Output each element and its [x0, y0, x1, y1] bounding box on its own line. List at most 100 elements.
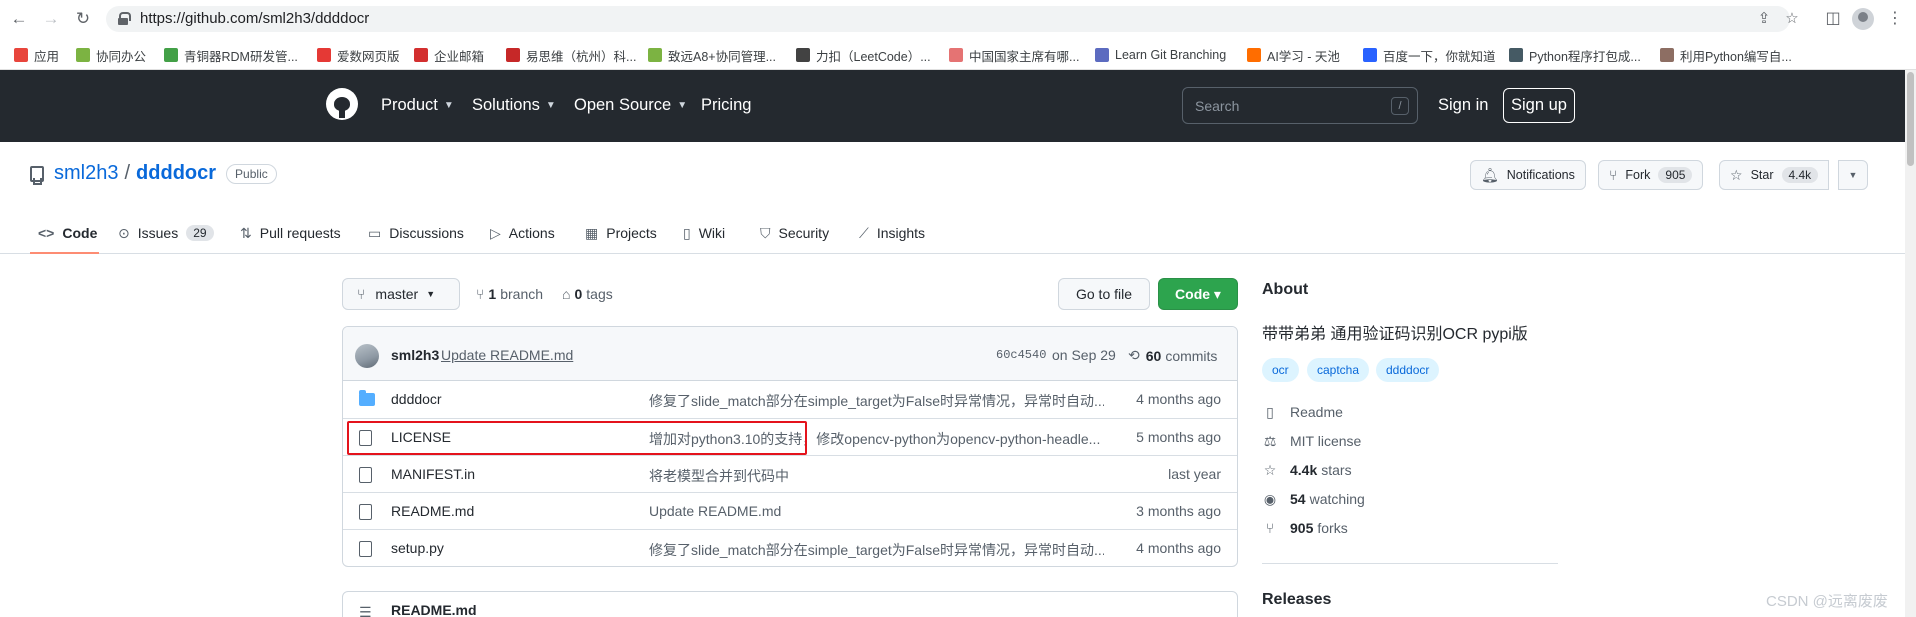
address-bar[interactable]: https://github.com/sml2h3/ddddocr ⇪ ☆: [106, 6, 1799, 32]
forward-icon[interactable]: →: [40, 8, 62, 30]
bookmark-label: 力扣（LeetCode）...: [816, 49, 931, 64]
side-panel-icon[interactable]: ◫: [1822, 8, 1844, 30]
latest-commit-bar: sml2h3 Update README.md 60c4540 on Sep 2…: [343, 327, 1237, 381]
branch-icon: ⑂: [357, 286, 366, 302]
file-name-link[interactable]: README.md: [391, 503, 474, 519]
bookmark-item[interactable]: 力扣（LeetCode）...: [796, 46, 931, 64]
tab-pull-requests[interactable]: ⇅ Pull requests: [240, 220, 341, 246]
avatar[interactable]: [355, 344, 379, 368]
bookmark-favicon-icon: [14, 48, 28, 62]
scrollbar-thumb[interactable]: [1907, 72, 1914, 166]
watchers-link[interactable]: ◉ 54 watching: [1262, 489, 1365, 509]
file-commit-message[interactable]: 将老模型合并到代码中: [649, 466, 789, 486]
pull-request-icon: ⇅: [240, 224, 252, 241]
file-icon: [359, 504, 372, 520]
bookmark-label: 青铜器RDM研发管...: [184, 49, 298, 64]
branches-link[interactable]: ⑂ 1 branch: [476, 286, 543, 302]
law-icon: ⚖: [1263, 432, 1277, 449]
menu-kebab-icon[interactable]: ⋮: [1884, 8, 1906, 30]
forks-link[interactable]: ⑂ 905 forks: [1262, 518, 1348, 538]
bookmark-item[interactable]: 百度一下，你就知道: [1363, 46, 1496, 64]
repo-icon: [30, 165, 44, 185]
bookmark-item[interactable]: 爱数网页版: [317, 46, 400, 64]
nav-pricing[interactable]: Pricing: [701, 96, 751, 115]
back-icon[interactable]: ←: [8, 8, 30, 30]
code-download-button[interactable]: Code ▾: [1158, 278, 1238, 310]
readme-title[interactable]: README.md: [391, 602, 477, 617]
nav-solutions[interactable]: Solutions ▼: [472, 96, 556, 115]
bookmark-star-icon[interactable]: ☆: [1782, 10, 1802, 28]
nav-open-source[interactable]: Open Source ▼: [574, 96, 687, 115]
topic-tag[interactable]: ocr: [1262, 358, 1299, 382]
bookmark-label: Learn Git Branching: [1115, 48, 1227, 62]
bookmark-label: 企业邮箱: [434, 49, 485, 64]
file-age: 4 months ago: [1136, 540, 1221, 556]
table-row[interactable]: ddddocr 修复了slide_match部分在simple_target为Fa…: [343, 381, 1237, 418]
releases-heading[interactable]: Releases: [1262, 591, 1331, 609]
file-name-link[interactable]: ddddocr: [391, 391, 442, 407]
tab-actions[interactable]: ▷ Actions: [490, 220, 555, 246]
reload-icon[interactable]: ↻: [72, 8, 94, 30]
tab-insights[interactable]: ⟋ Insights: [859, 220, 925, 246]
sign-in-link[interactable]: Sign in: [1438, 96, 1488, 115]
discussions-icon: ▭: [368, 224, 382, 241]
bookmark-item[interactable]: Python程序打包成...: [1509, 46, 1641, 64]
branch-icon: ⑂: [476, 286, 485, 302]
file-commit-message[interactable]: Update README.md: [649, 503, 781, 519]
bookmark-item[interactable]: 易思维（杭州）科...: [506, 46, 636, 64]
bookmark-item[interactable]: 中国国家主席有哪...: [949, 46, 1079, 64]
bookmark-item[interactable]: AI学习 - 天池: [1247, 46, 1340, 64]
go-to-file-button[interactable]: Go to file: [1058, 278, 1150, 310]
tab-discussions[interactable]: ▭ Discussions: [368, 220, 464, 246]
tab-issues[interactable]: ⊙ Issues 29: [118, 220, 214, 246]
sign-up-button[interactable]: Sign up: [1503, 88, 1575, 123]
file-commit-message[interactable]: 修复了slide_match部分在simple_target为False时异常情…: [649, 540, 1104, 560]
bookmark-item[interactable]: 致远A8+协同管理...: [648, 46, 776, 64]
tab-security[interactable]: ⛉ Security: [760, 220, 829, 246]
notifications-button[interactable]: 🔔︎ Notifications: [1470, 160, 1586, 190]
readme-link[interactable]: ▯ Readme: [1262, 402, 1343, 422]
profile-avatar-icon[interactable]: [1852, 8, 1874, 30]
license-link[interactable]: ⚖ MIT license: [1262, 431, 1362, 451]
projects-icon: ▦: [585, 224, 599, 241]
bookmark-label: Python程序打包成...: [1529, 49, 1641, 64]
share-icon[interactable]: ⇪: [1754, 10, 1774, 28]
file-name-link[interactable]: MANIFEST.in: [391, 466, 475, 482]
bookmark-item[interactable]: 协同办公: [76, 46, 146, 64]
stars-link[interactable]: ☆ 4.4k stars: [1262, 460, 1352, 480]
file-commit-message[interactable]: 修复了slide_match部分在simple_target为False时异常情…: [649, 391, 1104, 411]
table-row[interactable]: MANIFEST.in 将老模型合并到代码中 last year: [343, 455, 1237, 492]
commit-sha[interactable]: 60c4540: [996, 348, 1046, 362]
star-dropdown-icon[interactable]: ▼: [1838, 160, 1868, 190]
repo-name-link[interactable]: ddddocr: [136, 162, 216, 185]
page-scrollbar[interactable]: [1905, 70, 1916, 617]
topic-tag[interactable]: captcha: [1307, 358, 1370, 382]
bookmark-item[interactable]: 应用: [14, 46, 59, 64]
commits-link[interactable]: ⟲ 60 commits: [1128, 347, 1217, 364]
file-name-link[interactable]: setup.py: [391, 540, 444, 556]
bookmark-item[interactable]: 青铜器RDM研发管...: [164, 46, 298, 64]
bookmark-item[interactable]: 企业邮箱: [414, 46, 484, 64]
commit-message-link[interactable]: Update README.md: [441, 347, 573, 363]
bookmark-item[interactable]: Learn Git Branching: [1095, 46, 1226, 64]
repo-owner-link[interactable]: sml2h3: [54, 162, 118, 185]
search-input[interactable]: Search /: [1182, 87, 1418, 124]
topic-tag[interactable]: ddddocr: [1376, 358, 1440, 382]
file-icon: [359, 467, 372, 483]
tab-projects[interactable]: ▦ Projects: [585, 220, 657, 246]
star-button[interactable]: ☆ Star 4.4k: [1719, 160, 1830, 190]
table-row[interactable]: README.md Update README.md 3 months ago: [343, 492, 1237, 529]
tab-code[interactable]: <> Code: [38, 220, 97, 246]
list-icon[interactable]: ☰: [359, 604, 372, 617]
nav-product[interactable]: Product ▼: [381, 96, 454, 115]
branch-select-button[interactable]: ⑂ master ▼: [342, 278, 460, 310]
license-highlight-box: [347, 421, 807, 455]
search-placeholder: Search: [1195, 98, 1240, 114]
tags-link[interactable]: ⌂ 0 tags: [562, 286, 613, 302]
fork-button[interactable]: ⑂ Fork 905: [1598, 160, 1704, 190]
commit-author[interactable]: sml2h3: [391, 347, 439, 363]
tab-wiki[interactable]: ▯ Wiki: [683, 220, 725, 246]
table-row[interactable]: setup.py 修复了slide_match部分在simple_target为F…: [343, 529, 1237, 566]
bookmark-item[interactable]: 利用Python编写自...: [1660, 46, 1792, 64]
github-logo-icon[interactable]: [326, 88, 358, 120]
